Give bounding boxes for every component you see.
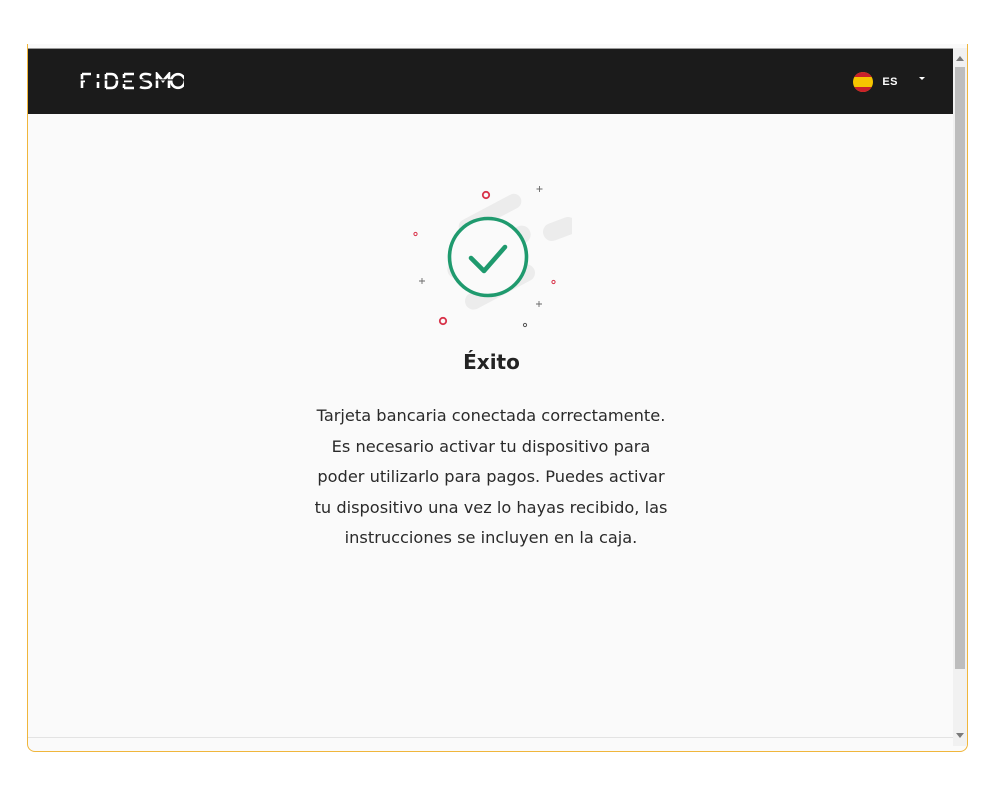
message-line: tu dispositivo una vez lo hayas recibido… [314, 497, 668, 517]
result-message: Tarjeta bancaria conectada correctamente… [291, 401, 691, 554]
result-title: Éxito [463, 350, 520, 374]
fidesmo-logo[interactable] [80, 66, 184, 96]
scroll-down-arrow-icon[interactable] [956, 733, 964, 738]
main-content: Éxito Tarjeta bancaria conectada correct… [28, 114, 955, 744]
vertical-scrollbar[interactable] [953, 48, 967, 746]
message-line: Es necesario activar tu dispositivo para [331, 436, 651, 456]
scroll-up-arrow-icon[interactable] [956, 56, 964, 61]
spain-flag-icon [853, 72, 874, 92]
chevron-down-icon [919, 76, 925, 80]
message-line: instrucciones se incluyen en la caja. [344, 528, 638, 547]
message-line: poder utilizarlo para pagos. Puedes acti… [317, 467, 665, 486]
content-divider [28, 737, 955, 738]
message-line: Tarjeta bancaria conectada correctamente… [316, 406, 666, 425]
success-check-icon [413, 186, 572, 328]
language-selector[interactable]: ES [853, 69, 925, 95]
top-navigation-bar: ES [28, 48, 955, 114]
scrollbar-thumb[interactable] [955, 67, 965, 669]
app-window: ES Éxito Tarjeta bancaria conectada corr… [27, 44, 968, 752]
language-code: ES [882, 76, 898, 88]
fidesmo-logo-mark [80, 72, 184, 90]
